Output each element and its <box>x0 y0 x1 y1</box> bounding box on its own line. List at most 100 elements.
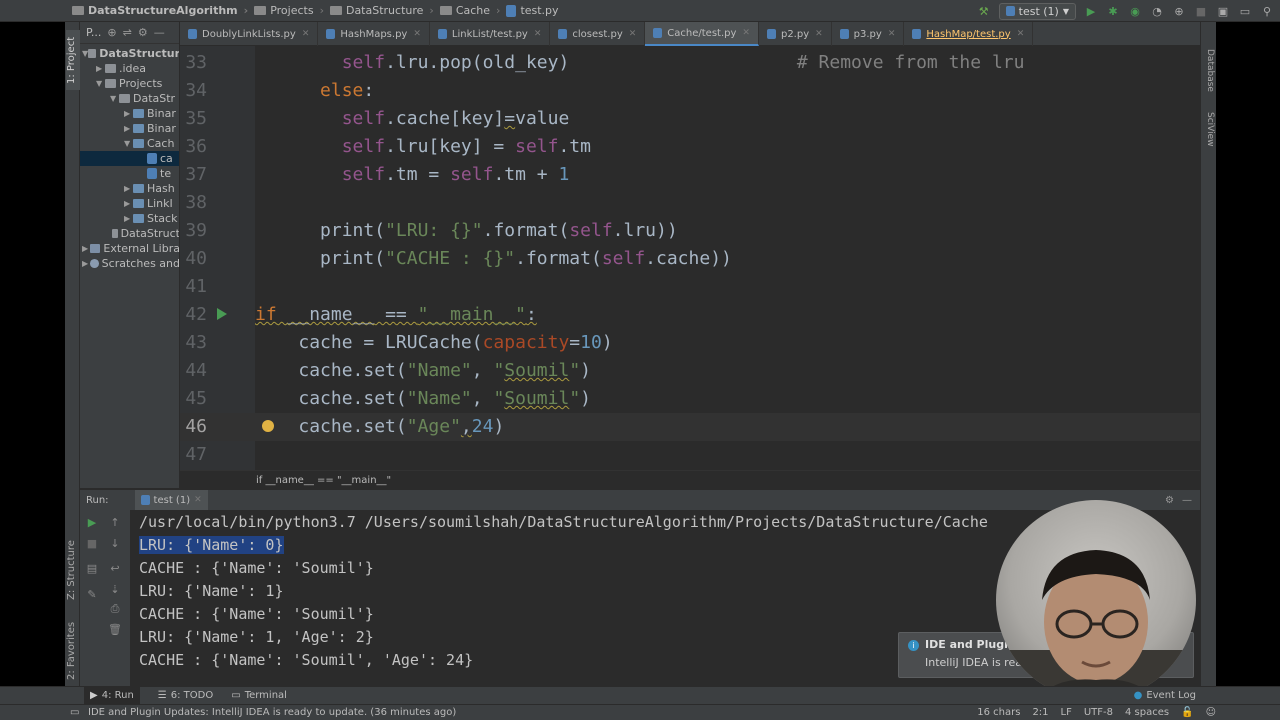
layout-icon[interactable]: ▤ <box>85 561 99 575</box>
lock-icon[interactable]: 🔓 <box>1181 705 1193 720</box>
concurrency-icon[interactable]: ⊕ <box>1172 4 1186 18</box>
profile-icon[interactable]: ◔ <box>1150 4 1164 18</box>
line-number: 46 <box>185 416 207 437</box>
globe-icon[interactable]: ⊕ <box>107 26 116 39</box>
tool-tab-terminal[interactable]: ▭ Terminal <box>231 690 287 701</box>
pin-icon[interactable]: ✎ <box>85 587 99 601</box>
close-icon[interactable]: ✕ <box>413 29 421 39</box>
favorites-tool-button[interactable]: 2: Favorites <box>66 610 80 680</box>
status-line-separator[interactable]: LF <box>1061 705 1072 720</box>
close-icon[interactable]: ✕ <box>534 29 542 39</box>
chevron-right-icon: › <box>319 4 324 17</box>
run-gutter-icon[interactable] <box>217 308 227 320</box>
up-arrow-icon[interactable]: ↑ <box>108 515 122 529</box>
tree-item-binary-1[interactable]: ▶ Binar <box>80 106 179 121</box>
tab-closest[interactable]: closest.py ✕ <box>550 22 646 46</box>
rerun-icon[interactable]: ▶ <box>85 515 99 529</box>
close-icon[interactable]: ✕ <box>815 29 823 39</box>
tree-item-cache[interactable]: ▼ Cach <box>80 136 179 151</box>
inspector-icon[interactable]: ☺ <box>1206 705 1216 720</box>
tab-p2[interactable]: p2.py ✕ <box>759 22 832 46</box>
tree-item-idea[interactable]: ▶ .idea <box>80 61 179 76</box>
tool-tab-run[interactable]: ▶ 4: Run <box>84 686 140 705</box>
settings-icon[interactable]: ⚙ <box>138 26 148 39</box>
print-icon[interactable]: ⎙ <box>108 602 122 616</box>
event-log-icon: ● <box>1133 690 1143 701</box>
ide-window: DataStructureAlgorithm › Projects › DataSt… <box>0 0 1280 720</box>
event-log-button[interactable]: ● Event Log <box>1134 690 1196 701</box>
tab-label: closest.py <box>572 28 623 40</box>
breadcrumb-datastructure[interactable]: DataStructure › <box>329 4 434 17</box>
hide-icon[interactable]: — <box>154 26 165 39</box>
hammer-build-icon[interactable]: ⚒ <box>977 4 991 18</box>
tree-item-root[interactable]: ▼ DataStructur <box>80 46 179 61</box>
tree-item-projects[interactable]: ▼ Projects <box>80 76 179 91</box>
editor-breadcrumb[interactable]: if __name__ == "__main__" <box>180 470 1200 490</box>
lightbulb-icon[interactable] <box>262 420 274 432</box>
notification-title: IDE and Plugin <box>925 638 1016 651</box>
tree-item-external-libraries[interactable]: ▶ External Libra <box>80 241 179 256</box>
search-icon[interactable]: ⚲ <box>1260 4 1274 18</box>
project-structure-icon[interactable]: ▣ <box>1216 4 1230 18</box>
tree-item-datastruct[interactable]: DataStruct <box>80 226 179 241</box>
tool-tab-label: 6: TODO <box>170 690 214 701</box>
breadcrumb-project[interactable]: DataStructureAlgorithm › <box>72 4 248 17</box>
breadcrumb-cache[interactable]: Cache › <box>439 4 500 17</box>
tree-item-hash[interactable]: ▶ Hash <box>80 181 179 196</box>
code-editor[interactable]: 33 self.lru.pop(old_key) # Remove from t… <box>180 46 1200 470</box>
close-icon[interactable]: ✕ <box>742 28 750 38</box>
scroll-to-end-icon[interactable]: ⇣ <box>108 582 122 596</box>
window-icon[interactable]: ▭ <box>1238 4 1252 18</box>
stop-icon[interactable]: ■ <box>85 536 99 550</box>
close-icon[interactable]: ✕ <box>629 29 637 39</box>
debug-icon[interactable]: ✱ <box>1106 4 1120 18</box>
run-icon[interactable]: ▶ <box>1084 4 1098 18</box>
run-tab[interactable]: test (1) ✕ <box>134 490 208 510</box>
folder-icon <box>329 6 342 15</box>
project-tool-button[interactable]: 1: Project <box>66 30 80 90</box>
tree-item-cache-file[interactable]: ca <box>80 151 179 166</box>
tree-item-linklist[interactable]: ▶ LinkI <box>80 196 179 211</box>
close-icon[interactable]: ✕ <box>1017 29 1025 39</box>
console-line: LRU: {'Name': 0} <box>139 534 284 557</box>
run-config-select[interactable]: test (1) ▼ <box>998 2 1076 20</box>
structure-tool-button[interactable]: Z: Structure <box>66 530 80 600</box>
tab-doublylinklists[interactable]: DoublyLinkLists.py ✕ <box>180 22 319 46</box>
package-icon <box>133 124 144 133</box>
project-view-select[interactable]: P... <box>86 26 101 39</box>
tree-item-stack[interactable]: ▶ Stack <box>80 211 179 226</box>
tree-item-label: te <box>160 167 172 180</box>
status-encoding[interactable]: UTF-8 <box>1084 705 1113 720</box>
tree-item-label: Binar <box>147 122 176 135</box>
soft-wrap-icon[interactable]: ↩ <box>108 561 122 575</box>
close-icon[interactable]: ✕ <box>302 29 310 39</box>
tab-p3[interactable]: p3.py ✕ <box>832 22 905 46</box>
status-position[interactable]: 2:1 <box>1032 705 1048 720</box>
trash-icon[interactable]: 🗑 <box>108 622 122 636</box>
close-icon[interactable]: ✕ <box>888 29 896 39</box>
status-message[interactable]: IDE and Plugin Updates: IntelliJ IDEA is… <box>88 705 456 720</box>
tab-cache-test[interactable]: Cache/test.py ✕ <box>645 22 759 46</box>
stop-icon[interactable]: ■ <box>1194 4 1208 18</box>
down-arrow-icon[interactable]: ↓ <box>108 536 122 550</box>
line-number: 36 <box>185 136 207 157</box>
coverage-icon[interactable]: ◉ <box>1128 4 1142 18</box>
status-indent[interactable]: 4 spaces <box>1125 705 1169 720</box>
collapse-icon[interactable]: ⇌ <box>123 26 132 39</box>
tab-hashmap-test[interactable]: HashMap/test.py ✕ <box>904 22 1034 46</box>
tab-hashmaps[interactable]: HashMaps.py ✕ <box>318 22 430 46</box>
tree-item-test-file[interactable]: te <box>80 166 179 181</box>
close-icon[interactable]: ✕ <box>194 495 202 505</box>
tree-item-scratches[interactable]: ▶ Scratches and <box>80 256 179 271</box>
breadcrumb-projects[interactable]: Projects › <box>254 4 324 17</box>
toggle-panel-icon[interactable]: ▭ <box>70 705 79 720</box>
breadcrumb-file[interactable]: test.py <box>506 4 559 17</box>
tab-linklist-test[interactable]: LinkList/test.py ✕ <box>430 22 551 46</box>
tree-item-binary-2[interactable]: ▶ Binar <box>80 121 179 136</box>
database-tool-button[interactable]: Database <box>1201 40 1215 100</box>
gear-icon[interactable]: ⚙ <box>1165 495 1174 506</box>
sciview-tool-button[interactable]: SciView <box>1201 104 1215 154</box>
minimize-icon[interactable]: — <box>1182 495 1192 506</box>
tree-item-datastructure[interactable]: ▼ DataStr <box>80 91 179 106</box>
tool-tab-todo[interactable]: ☰ 6: TODO <box>158 690 213 701</box>
